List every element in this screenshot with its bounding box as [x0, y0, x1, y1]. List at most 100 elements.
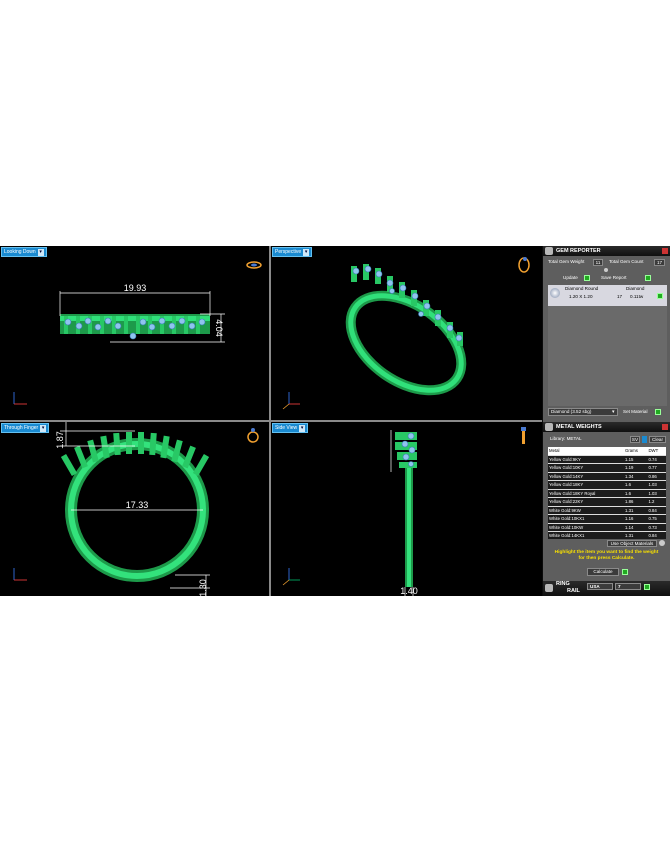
metal-name-cell: Yellow Gold:18KY [548, 480, 624, 490]
viewport-divider-horizontal[interactable] [0, 420, 542, 422]
gem-count: 17 [617, 294, 623, 299]
ring-icon [545, 584, 553, 592]
total-gem-count-value: 17 [654, 259, 665, 266]
side-panel: GEM REPORTER Total Gem Weight 11 Total G… [543, 246, 670, 596]
ring-orientation-icon[interactable] [246, 261, 262, 269]
viewport-perspective[interactable]: Perspective ▾ [271, 246, 542, 420]
use-object-materials-select[interactable]: Use Object Materials [607, 540, 657, 547]
calculate-button[interactable]: Calculate [587, 568, 619, 576]
dwt-cell: 0.84 [647, 531, 666, 539]
metal-hint-line-2: for then press Calculate. [578, 556, 635, 561]
viewport-side-view[interactable]: 1.40 Side View ▾ [271, 422, 542, 596]
diamond-round-icon [550, 288, 560, 298]
save-report-label: Save Report [601, 275, 627, 280]
gem-icon [545, 247, 553, 255]
gem-weight: 0.11tw [630, 294, 644, 299]
metal-name-cell: White Gold:14KX1 [548, 531, 624, 539]
dimension-width: 19.93 [124, 283, 147, 293]
close-icon[interactable] [662, 248, 668, 254]
dimension-side-width: 1.40 [400, 586, 418, 596]
grams-cell: 1.34 [624, 472, 648, 481]
metal-weight-row[interactable]: White Gold:10KX1 1.16 0.75 [548, 514, 666, 524]
column-header-dwt[interactable]: DWT [647, 447, 666, 456]
viewport-label-looking-down[interactable]: Looking Down ▾ [1, 247, 47, 257]
chevron-down-icon[interactable]: ▾ [612, 409, 617, 415]
metal-weights-header[interactable]: METAL WEIGHTS [543, 422, 670, 432]
dimension-bottom-thickness: 1.30 [198, 579, 208, 596]
metal-name-cell: Yellow Gold:9KY [548, 455, 624, 464]
dimension-height: 4.04 [214, 319, 224, 337]
chevron-down-icon[interactable]: ▾ [299, 425, 306, 432]
gem-shape: Diamond Round [565, 286, 599, 291]
chevron-down-icon[interactable]: ▾ [40, 425, 47, 432]
metal-weight-row[interactable]: Yellow Gold:22KY 1.86 1.2 [548, 497, 666, 507]
perspective-canvas[interactable] [271, 246, 542, 420]
sv-toggle[interactable]: SV [630, 436, 640, 443]
gem-reporter-header[interactable]: GEM REPORTER [543, 246, 670, 256]
grams-cell: 1.14 [624, 523, 648, 532]
ring-side-icon[interactable] [521, 427, 526, 444]
metal-weight-row[interactable]: White Gold:10KW 1.14 0.73 [548, 523, 666, 532]
chevron-down-icon[interactable]: ▾ [37, 249, 44, 256]
chevron-down-icon[interactable]: ▾ [303, 249, 310, 256]
dwt-cell: 0.73 [647, 523, 666, 532]
dwt-cell: 1.03 [647, 489, 666, 498]
viewport-label-through-finger[interactable]: Through Finger ▾ [1, 423, 50, 433]
set-material-label: Set Material [623, 409, 648, 414]
metal-weight-row[interactable]: White Gold:14KX1 1.31 0.84 [548, 531, 666, 539]
info-icon[interactable] [642, 436, 647, 443]
grams-cell: 1.16 [624, 514, 648, 524]
save-report-button[interactable] [645, 275, 651, 281]
dwt-cell: 0.75 [647, 514, 666, 524]
total-gem-weight-value: 11 [593, 259, 603, 266]
material-select[interactable]: Diamond (3.52 sbg) [548, 408, 618, 416]
metal-weight-row[interactable]: Yellow Gold:9KY 1.15 0.74 [548, 455, 666, 464]
side-view-canvas[interactable]: 1.40 [271, 422, 542, 596]
total-gem-count-label: Total Gem Count [609, 259, 644, 264]
metal-weight-row[interactable]: White Gold:9KW 1.31 0.84 [548, 506, 666, 515]
ring-rail-apply-button[interactable] [644, 584, 650, 590]
viewport-label-perspective[interactable]: Perspective ▾ [272, 247, 313, 257]
set-material-button[interactable] [655, 409, 661, 415]
metal-weight-row[interactable]: Yellow Gold:10KY 1.19 0.77 [548, 463, 666, 473]
ring-size-region-select[interactable]: USA [587, 583, 613, 590]
looking-down-canvas[interactable]: 19.93 4.04 [0, 246, 269, 420]
viewport-through-finger[interactable]: 17.33 1.87 1.30 Through Finger ▾ [0, 422, 269, 596]
metal-weights-table[interactable]: Metal Grams DWT Yellow Gold:9KY 1.15 0.74 Y… [548, 447, 666, 539]
close-icon[interactable] [662, 424, 668, 430]
dimension-top-thickness: 1.87 [55, 431, 65, 449]
ring-front-icon[interactable] [247, 428, 259, 443]
calculate-go-button[interactable] [622, 569, 628, 575]
grams-cell: 1.15 [624, 455, 648, 464]
refresh-icon[interactable] [659, 540, 665, 546]
metal-library-label: Library: METAL [550, 436, 582, 441]
dwt-cell: 1.2 [647, 497, 666, 507]
dwt-cell: 0.77 [647, 463, 666, 473]
metal-name-cell: Yellow Gold:14KY [548, 472, 624, 481]
metal-weight-row[interactable]: Yellow Gold:18KY 1.6 1.03 [548, 480, 666, 490]
column-header-grams[interactable]: Grams [624, 447, 648, 456]
ring-size-select[interactable]: 7 [615, 583, 641, 590]
metal-weight-row[interactable]: Yellow Gold:14KY 1.34 0.86 [548, 472, 666, 481]
ring-rail-header[interactable]: RING RAIL USA 7 [543, 581, 670, 596]
clear-button[interactable]: Clear [649, 436, 666, 443]
gem-list-row[interactable]: Diamond Round Diamond 1.20 X 1.20 17 0.1… [548, 285, 667, 306]
gem-row-expand-button[interactable] [657, 293, 663, 299]
update-label: Update [563, 275, 578, 280]
grams-cell: 1.31 [624, 506, 648, 515]
jewelry-cad-app: 19.93 4.04 Looking Down ▾ Perspective ▾ … [0, 246, 670, 596]
column-header-metal[interactable]: Metal [548, 447, 624, 456]
ring-perspective-icon[interactable] [518, 257, 530, 273]
through-finger-canvas[interactable]: 17.33 1.87 1.30 [0, 422, 269, 596]
viewport-label-side-view[interactable]: Side View ▾ [272, 423, 309, 433]
viewport-looking-down[interactable]: 19.93 4.04 Looking Down ▾ [0, 246, 269, 420]
gem-list-area[interactable] [548, 306, 667, 406]
dimension-inner-diameter: 17.33 [126, 500, 149, 510]
metal-name-cell: White Gold:10KX1 [548, 514, 624, 524]
update-button[interactable] [584, 275, 590, 281]
dwt-cell: 0.84 [647, 506, 666, 515]
grams-cell: 1.19 [624, 463, 648, 473]
total-gem-weight-label: Total Gem Weight [548, 259, 585, 264]
pin-icon [604, 268, 608, 272]
metal-weight-row[interactable]: Yellow Gold:18KY Royal 1.6 1.03 [548, 489, 666, 498]
